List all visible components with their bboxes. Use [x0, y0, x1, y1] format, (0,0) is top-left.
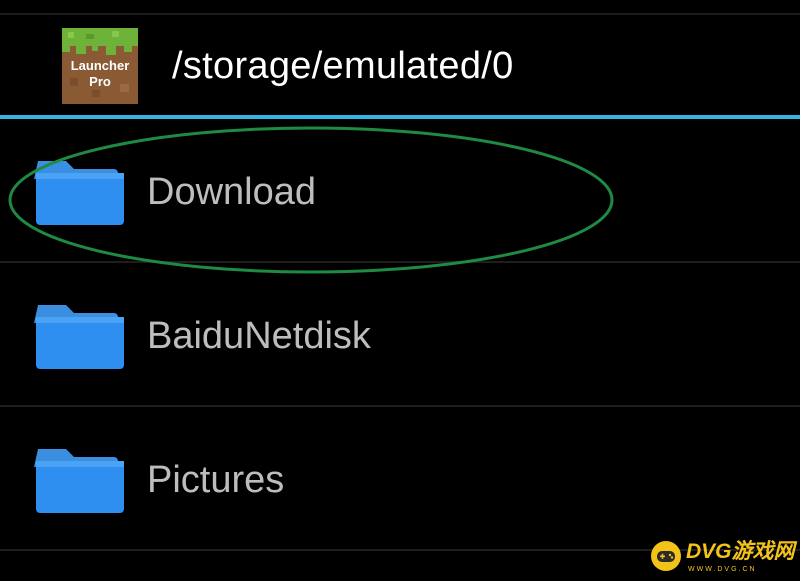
app-icon-label-line1: Launcher	[71, 58, 130, 73]
folder-list: Download BaiduNetdisk Pictures	[0, 119, 800, 551]
folder-icon	[34, 161, 124, 225]
folder-name: Download	[147, 171, 316, 213]
folder-name: Pictures	[147, 459, 285, 501]
folder-item-baidunetdisk[interactable]: BaiduNetdisk	[0, 263, 800, 407]
gamepad-logo-icon	[651, 541, 681, 571]
folder-name: BaiduNetdisk	[147, 315, 371, 357]
folder-item-pictures[interactable]: Pictures	[0, 407, 800, 551]
current-path-title: /storage/emulated/0	[172, 45, 514, 87]
folder-item-download[interactable]: Download	[0, 119, 800, 263]
folder-icon	[34, 305, 124, 369]
app-icon-label-line2: Pro	[89, 74, 111, 89]
watermark-url: WWW.DVG.CN	[688, 566, 757, 573]
launcher-pro-app-icon[interactable]: Launcher Pro	[62, 28, 138, 104]
site-watermark: DVG游戏网 WWW.DVG.CN	[646, 532, 800, 578]
app-header: Launcher Pro /storage/emulated/0	[0, 15, 800, 115]
watermark-brand: DVG游戏网	[686, 540, 795, 563]
folder-icon	[34, 449, 124, 513]
